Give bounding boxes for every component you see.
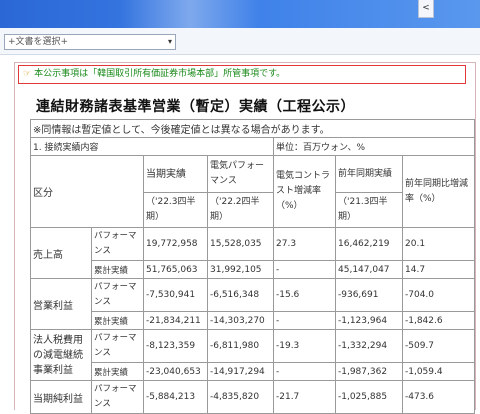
cell-prev-year: -1,123,964 xyxy=(335,311,403,330)
cell-yoy: 14.7 xyxy=(401,260,476,279)
table-row: 当期純利益 パフォーマンス -5,884,213 -4,835,820 -21.… xyxy=(30,380,476,414)
cell-qoq: -15.6 xyxy=(273,278,336,312)
cell-current: 19,772,958 xyxy=(143,227,208,261)
cell-prev-year: 16,462,219 xyxy=(335,227,403,261)
header-prev-quarter-period: （'22.2四半期） xyxy=(207,192,274,228)
row-line-label: 累計実績 xyxy=(91,311,144,330)
header-prev-year-period: （'21.3四半期） xyxy=(335,192,403,228)
notice-text: 本公示事項は「韓国取引所有価証券市場本部」所管事項です。 xyxy=(34,69,286,79)
document-select-dropdown[interactable]: +文書を選択+ ▾ xyxy=(4,34,176,50)
title-bar-glare xyxy=(120,0,260,28)
cell-prev-quarter: 15,528,035 xyxy=(207,227,274,261)
header-prev-year: 前年同期実績 xyxy=(335,155,403,193)
table-row: 売上高 パフォーマンス 19,772,958 15,528,035 27.3 1… xyxy=(30,227,476,279)
document-toolbar: +文書を選択+ ▾ xyxy=(0,28,480,55)
header-yoy-change: 前年同期比増減率（%） xyxy=(401,155,476,228)
chevron-down-icon: ▾ xyxy=(167,37,172,46)
table-row: 累計実績 -23,040,653 -14,917,294 - -1,987,36… xyxy=(31,362,476,381)
cell-qoq: -19.3 xyxy=(273,329,336,363)
row-category: 法人税費用の減電継続事業利益 xyxy=(30,329,92,381)
cell-prev-year: -936,691 xyxy=(335,278,403,312)
cell-qoq: - xyxy=(273,362,336,381)
header-qoq-change: 電気コントラスト増減率（%） xyxy=(273,155,336,228)
cell-prev-quarter: -6,811,980 xyxy=(207,329,274,363)
header-prev-quarter: 電気パフォーマンス xyxy=(207,155,274,193)
cell-current: -7,530,941 xyxy=(143,278,208,312)
cell-qoq: - xyxy=(273,260,336,279)
table-row: 累計実績 51,765,063 31,992,105 - 45,147,047 … xyxy=(31,260,476,279)
earnings-table: ※同情報は暫定値として、今後確定値とは異なる場合があります。 1. 接続実績内容… xyxy=(29,119,476,414)
header-current: 当期実績 xyxy=(143,155,208,193)
cell-current: -21,834,211 xyxy=(143,311,208,330)
header-current-period: （'22.3四半期） xyxy=(143,192,208,228)
cell-qoq: - xyxy=(273,311,336,330)
row-category: 当期純利益 xyxy=(30,380,92,414)
cell-current: -8,123,359 xyxy=(143,329,208,363)
cell-prev-year: -1,332,294 xyxy=(335,329,403,363)
note-row: ※同情報は暫定値として、今後確定値とは異なる場合があります。 xyxy=(29,119,476,138)
section-row: 1. 接続実績内容 単位：百万ウォン、% xyxy=(30,137,476,156)
table-row: 法人税費用の減電継続事業利益 パフォーマンス -8,123,359 -6,811… xyxy=(30,329,476,381)
cell-prev-quarter: -4,835,820 xyxy=(207,380,274,414)
disclaimer-note: ※同情報は暫定値として、今後確定値とは異なる場合があります。 xyxy=(29,119,476,138)
row-line-label: パフォーマンス xyxy=(91,278,144,312)
section-heading: 1. 接続実績内容 xyxy=(30,137,274,156)
scroll-left-button[interactable]: < xyxy=(418,0,434,18)
cell-yoy: -509.7 xyxy=(401,329,476,363)
unit-label: 単位：百万ウォン、% xyxy=(272,137,476,156)
cell-yoy: 20.1 xyxy=(401,227,476,261)
cell-prev-year: -1,025,885 xyxy=(335,380,403,414)
row-line-label: 累計実績 xyxy=(91,362,144,381)
table-row: 営業利益 パフォーマンス -7,530,941 -6,516,348 -15.6… xyxy=(30,278,476,330)
row-line-label: 累計実績 xyxy=(91,260,144,279)
pointing-hand-icon: ☞ xyxy=(23,69,32,79)
header-row: 区分 当期実績 電気パフォーマンス 電気コントラスト増減率（%） 前年同期実績 … xyxy=(30,155,476,228)
cell-prev-year: 45,147,047 xyxy=(335,260,403,279)
jurisdiction-notice: ☞ 本公示事項は「韓国取引所有価証券市場本部」所管事項です。 xyxy=(18,65,466,84)
cell-prev-year: -1,987,362 xyxy=(335,362,403,381)
row-line-label: パフォーマンス xyxy=(91,380,144,414)
cell-prev-quarter: 31,992,105 xyxy=(207,260,274,279)
cell-yoy: -704.0 xyxy=(401,278,476,312)
row-category: 営業利益 xyxy=(30,278,92,330)
cell-current: 51,765,063 xyxy=(143,260,208,279)
document-select-value: +文書を選択+ xyxy=(8,37,69,47)
cell-current: -5,884,213 xyxy=(143,380,208,414)
browser-title-bar: < xyxy=(0,0,480,28)
cell-prev-quarter: -6,516,348 xyxy=(207,278,274,312)
table-row: 累計実績 -21,834,211 -14,303,270 - -1,123,96… xyxy=(31,311,476,330)
row-category: 売上高 xyxy=(30,227,92,279)
cell-qoq: 27.3 xyxy=(273,227,336,261)
page-title: 連結財務諸表基準営業（暫定）実績（工程公示） xyxy=(36,99,355,115)
cell-yoy: -1,842.6 xyxy=(401,311,476,330)
cell-yoy: -1,059.4 xyxy=(401,362,476,381)
cell-yoy: -473.6 xyxy=(401,380,476,414)
cell-qoq: -21.7 xyxy=(273,380,336,414)
row-line-label: パフォーマンス xyxy=(91,227,144,261)
row-line-label: パフォーマンス xyxy=(91,329,144,363)
cell-current: -23,040,653 xyxy=(143,362,208,381)
cell-prev-quarter: -14,303,270 xyxy=(207,311,274,330)
header-category: 区分 xyxy=(30,155,144,228)
cell-prev-quarter: -14,917,294 xyxy=(207,362,274,381)
